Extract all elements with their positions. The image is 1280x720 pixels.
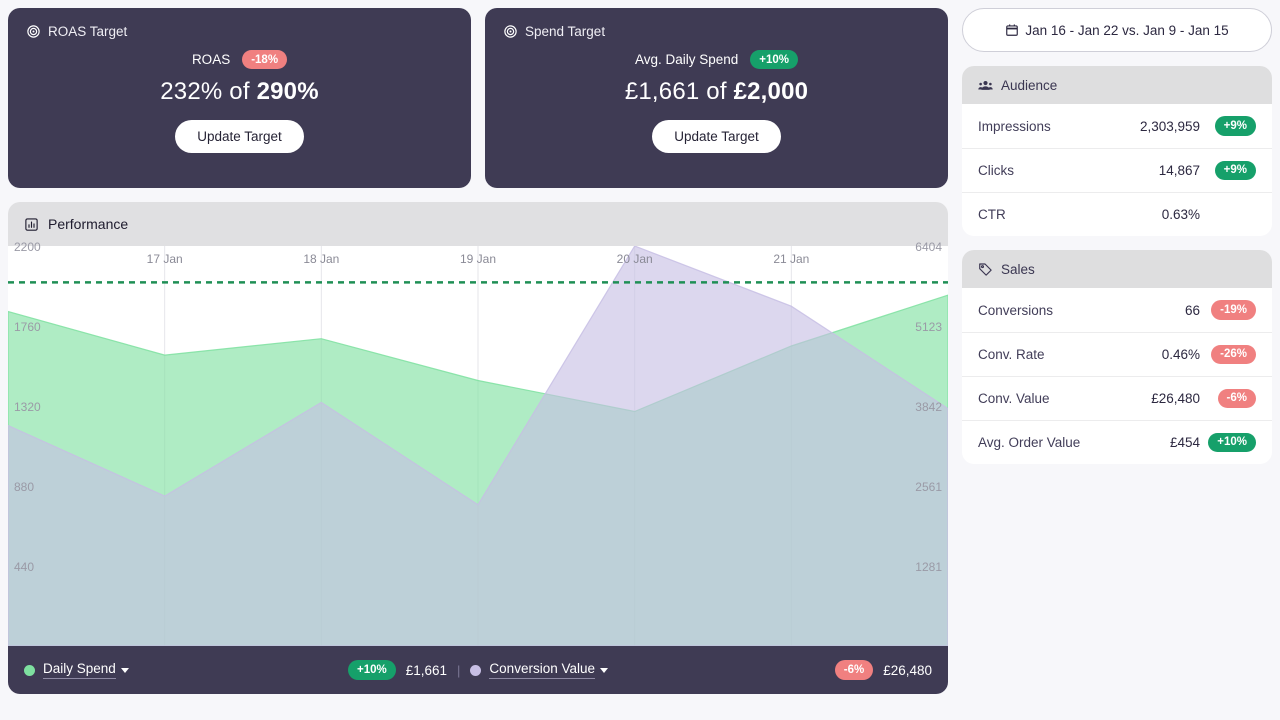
- spend-goal: £2,000: [733, 78, 809, 106]
- date-range-selector[interactable]: Jan 16 - Jan 22 vs. Jan 9 - Jan 15: [962, 8, 1272, 52]
- roas-metric-row: ROAS -18%: [191, 50, 288, 70]
- metric-badge-slot: +10%: [1208, 432, 1256, 453]
- sales-panel-header: Sales: [962, 250, 1272, 288]
- spend-card-header: Spend Target: [503, 24, 930, 39]
- metric-badge-slot: -26%: [1208, 344, 1256, 365]
- side-column: Jan 16 - Jan 22 vs. Jan 9 - Jan 15 Audie…: [962, 8, 1272, 712]
- metric-value: 0.63%: [1161, 207, 1200, 222]
- roas-current: 232% of: [160, 78, 257, 106]
- legend-right-group: -6% £26,480: [834, 660, 932, 680]
- target-icon: [26, 24, 41, 39]
- metric-row[interactable]: Conversions 66 -19%: [962, 288, 1272, 332]
- metric-value: 2,303,959: [1139, 118, 1200, 134]
- roas-target-card: ROAS Target ROAS -18% 232% of 290% Updat…: [8, 8, 471, 188]
- metric-row[interactable]: Avg. Order Value £454 +10%: [962, 420, 1272, 464]
- legend-separator: |: [457, 662, 461, 678]
- legend-color-dot-conversion: [470, 664, 482, 676]
- metric-name: Conversions: [978, 302, 1054, 318]
- roas-card-header: ROAS Target: [26, 24, 453, 39]
- metric-delta-badge: -6%: [1217, 388, 1256, 409]
- legend-center-group: +10% £1,661 | Conversion Value: [348, 660, 608, 680]
- target-cards-row: ROAS Target ROAS -18% 232% of 290% Updat…: [8, 8, 948, 188]
- metric-badge-slot: +9%: [1208, 160, 1256, 181]
- metric-name: Avg. Order Value: [978, 435, 1081, 450]
- metric-row[interactable]: Clicks 14,867 +9%: [962, 148, 1272, 192]
- audience-panel-header: Audience: [962, 66, 1272, 104]
- people-icon: [978, 78, 993, 93]
- metric-badge-slot: +9%: [1208, 116, 1256, 136]
- target-icon: [503, 24, 518, 39]
- metric-badge-slot: -19%: [1208, 300, 1256, 320]
- metric-value: £454: [1169, 435, 1200, 450]
- legend-spend-delta-badge: +10%: [348, 660, 396, 680]
- roas-card-title: ROAS Target: [48, 24, 128, 39]
- spend-metric-row: Avg. Daily Spend +10%: [634, 50, 799, 70]
- performance-header: Performance: [8, 202, 948, 246]
- spend-current: £1,661 of: [624, 78, 734, 106]
- metric-name: Clicks: [978, 163, 1014, 178]
- audience-panel-title: Audience: [1001, 77, 1058, 93]
- tag-icon: [978, 262, 993, 277]
- legend-color-dot-spend: [24, 664, 35, 676]
- performance-chart[interactable]: [8, 246, 948, 646]
- sales-panel: Sales Conversions 66 -19% Conv. Rate 0.46% -2…: [962, 250, 1272, 464]
- legend-daily-spend[interactable]: Daily Spend: [24, 661, 129, 679]
- spend-metric-label: Avg. Daily Spend: [634, 52, 739, 68]
- roas-card-body: ROAS -18% 232% of 290% Update Target: [8, 50, 471, 154]
- legend-label-conversion: Conversion Value: [489, 661, 595, 679]
- metric-badge-slot: -6%: [1208, 388, 1256, 409]
- roas-metric-label: ROAS: [191, 52, 231, 68]
- bar-chart-icon: [24, 217, 39, 232]
- metric-name: Conv. Rate: [978, 347, 1045, 362]
- metric-row[interactable]: CTR 0.63%: [962, 192, 1272, 236]
- legend-conversion-value-amount: £26,480: [883, 662, 932, 678]
- roas-goal: 290%: [256, 78, 319, 106]
- spend-delta-badge: +10%: [750, 50, 799, 70]
- metric-name: CTR: [978, 207, 1006, 222]
- legend-conversion-delta-badge: -6%: [834, 660, 874, 680]
- metric-row[interactable]: Conv. Rate 0.46% -26%: [962, 332, 1272, 376]
- performance-panel: Performance 17 Jan 18 Jan 19 Jan 20 Jan 21 J…: [8, 202, 948, 694]
- spend-target-card: Spend Target Avg. Daily Spend +10% £1,66…: [485, 8, 948, 188]
- spend-update-target-button[interactable]: Update Target: [652, 120, 781, 154]
- roas-update-target-button[interactable]: Update Target: [175, 120, 304, 154]
- chart-legend-bar: Daily Spend +10% £1,661 | Conversion Val…: [8, 646, 948, 694]
- metric-name: Conv. Value: [978, 391, 1050, 406]
- roas-value: 232% of 290%: [160, 78, 319, 106]
- metric-delta-badge: +9%: [1214, 160, 1256, 181]
- audience-rows: Impressions 2,303,959 +9% Clicks 14,867 +9% CT…: [962, 104, 1272, 236]
- legend-conversion-value[interactable]: Conversion Value: [470, 661, 608, 679]
- legend-spend-value: £1,661: [405, 662, 448, 678]
- dashboard-page: ROAS Target ROAS -18% 232% of 290% Updat…: [0, 0, 1280, 720]
- main-column: ROAS Target ROAS -18% 232% of 290% Updat…: [8, 8, 948, 712]
- roas-delta-badge: -18%: [242, 50, 288, 70]
- metric-value: 14,867: [1158, 163, 1200, 178]
- spend-value: £1,661 of £2,000: [625, 78, 808, 106]
- metric-delta-badge: +10%: [1208, 432, 1256, 453]
- metric-value: £26,480: [1151, 391, 1200, 406]
- audience-panel: Audience Impressions 2,303,959 +9% Clicks 14…: [962, 66, 1272, 236]
- metric-delta-badge: -26%: [1211, 344, 1256, 365]
- chevron-down-icon[interactable]: [120, 667, 129, 673]
- date-range-label: Jan 16 - Jan 22 vs. Jan 9 - Jan 15: [1025, 22, 1229, 38]
- metric-name: Impressions: [978, 118, 1051, 134]
- legend-label-spend: Daily Spend: [43, 661, 116, 679]
- metric-delta-badge: +9%: [1214, 116, 1256, 136]
- sales-panel-title: Sales: [1001, 261, 1035, 277]
- metric-value: 66: [1184, 302, 1200, 318]
- metric-value: 0.46%: [1161, 347, 1200, 362]
- spend-card-body: Avg. Daily Spend +10% £1,661 of £2,000 U…: [485, 50, 948, 154]
- chart-area[interactable]: 17 Jan 18 Jan 19 Jan 20 Jan 21 Jan 2200 1760 1…: [8, 240, 948, 646]
- metric-row[interactable]: Conv. Value £26,480 -6%: [962, 376, 1272, 420]
- chevron-down-icon[interactable]: [599, 667, 608, 673]
- metric-row[interactable]: Impressions 2,303,959 +9%: [962, 104, 1272, 148]
- sales-rows: Conversions 66 -19% Conv. Rate 0.46% -26% Conv…: [962, 288, 1272, 464]
- calendar-icon: [1005, 23, 1019, 37]
- spend-card-title: Spend Target: [525, 24, 606, 39]
- metric-delta-badge: -19%: [1211, 300, 1256, 320]
- performance-title: Performance: [48, 216, 129, 232]
